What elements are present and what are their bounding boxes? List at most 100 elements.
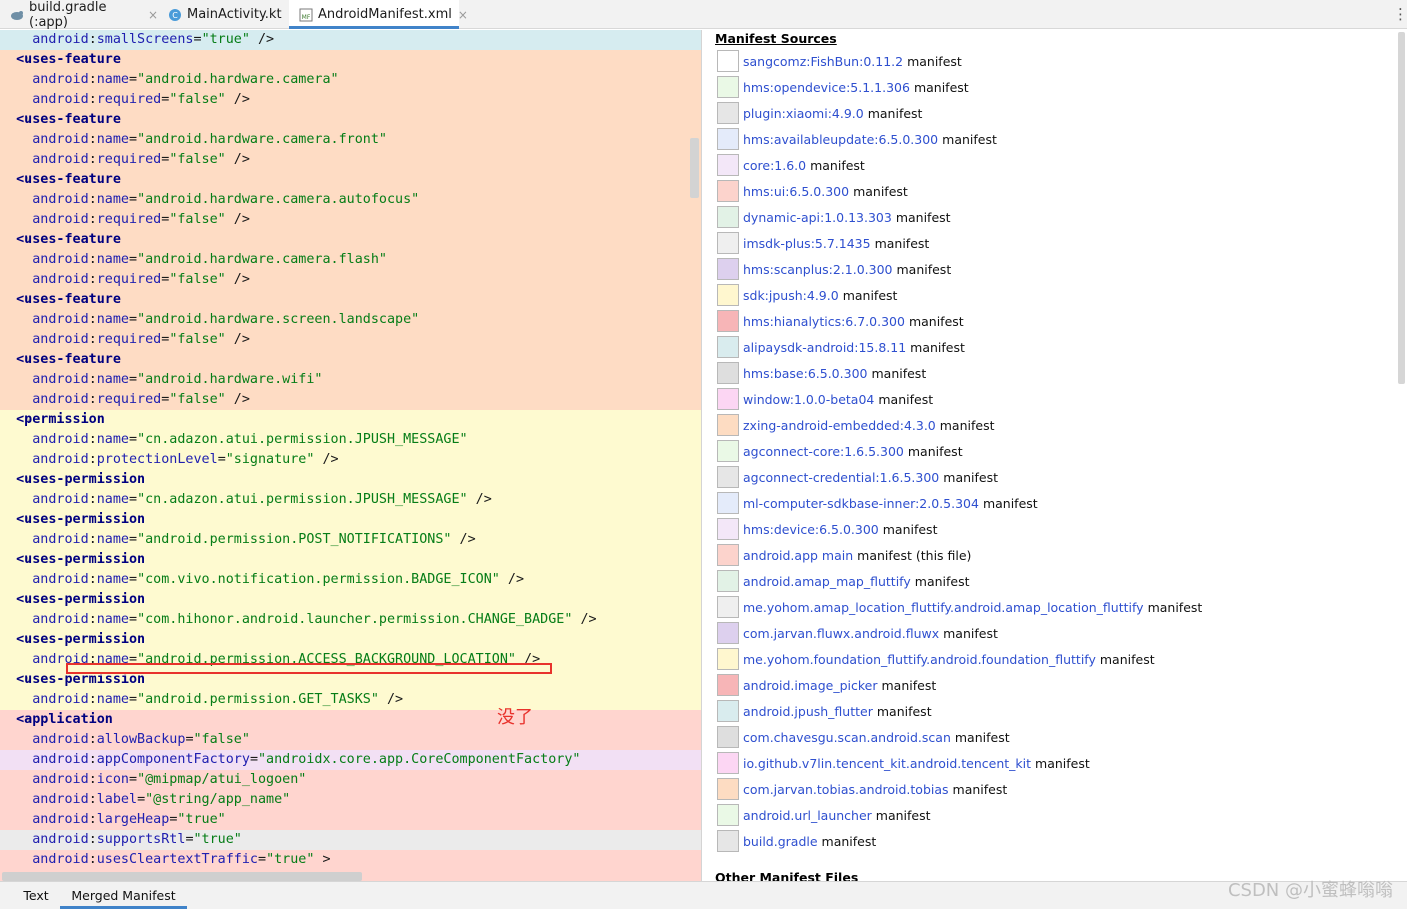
vertical-scrollbar[interactable] xyxy=(690,138,699,198)
code-line[interactable]: android:name="android.permission.POST_NO… xyxy=(0,530,701,550)
tab-main-activity[interactable]: C MainActivity.kt × xyxy=(158,0,298,29)
code-line[interactable]: ∨ <uses-feature xyxy=(0,170,701,190)
source-link[interactable]: me.yohom.foundation_fluttify.android.fou… xyxy=(743,652,1096,667)
source-color-swatch xyxy=(717,76,739,98)
source-link[interactable]: hms:availableupdate:6.5.0.300 xyxy=(743,132,938,147)
close-icon[interactable]: × xyxy=(148,8,158,22)
source-color-swatch xyxy=(717,622,739,644)
source-link[interactable]: zxing-android-embedded:4.3.0 xyxy=(743,418,936,433)
code-token: "android.hardware.camera.front" xyxy=(137,132,387,147)
tab-android-manifest[interactable]: MF AndroidManifest.xml × xyxy=(289,0,468,29)
code-line[interactable]: android:name="android.hardware.camera" xyxy=(0,70,701,90)
source-link[interactable]: hms:base:6.5.0.300 xyxy=(743,366,867,381)
code-line[interactable]: ∨ <uses-feature xyxy=(0,230,701,250)
tab-merged-manifest[interactable]: Merged Manifest xyxy=(60,882,187,909)
source-link[interactable]: hms:opendevice:5.1.1.306 xyxy=(743,80,910,95)
tab-text[interactable]: Text xyxy=(12,882,60,909)
source-link[interactable]: hms:hianalytics:6.7.0.300 xyxy=(743,314,905,329)
code-line[interactable]: android:required="false" /> xyxy=(0,330,701,350)
code-line[interactable]: android:name="android.hardware.camera.fl… xyxy=(0,250,701,270)
code-line[interactable]: ∨ <application xyxy=(0,710,701,730)
source-link[interactable]: me.yohom.amap_location_fluttify.android.… xyxy=(743,600,1144,615)
code-line[interactable]: android:required="false" /> xyxy=(0,150,701,170)
code-line[interactable]: android:name="android.hardware.wifi" xyxy=(0,370,701,390)
code-line[interactable]: android:name="cn.adazon.atui.permission.… xyxy=(0,430,701,450)
code-line[interactable]: android:icon="@mipmap/atui_logoen" xyxy=(0,770,701,790)
source-color-swatch xyxy=(717,284,739,306)
source-link[interactable]: imsdk-plus:5.7.1435 xyxy=(743,236,871,251)
source-suffix: manifest xyxy=(821,833,877,849)
source-link[interactable]: android.amap_map_fluttify xyxy=(743,574,911,589)
code-line[interactable]: android:label="@string/app_name" xyxy=(0,790,701,810)
code-line[interactable]: android:name="android.hardware.screen.la… xyxy=(0,310,701,330)
code-line[interactable]: ∨ <uses-permission xyxy=(0,590,701,610)
source-link[interactable]: dynamic-api:1.0.13.303 xyxy=(743,210,892,225)
source-link[interactable]: hms:device:6.5.0.300 xyxy=(743,522,879,537)
source-link[interactable]: android.app main xyxy=(743,548,853,563)
code-line[interactable]: android:allowBackup="false" xyxy=(0,730,701,750)
source-link[interactable]: io.github.v7lin.tencent_kit.android.tenc… xyxy=(743,756,1031,771)
code-line[interactable]: android:smallScreens="true" /> xyxy=(0,30,701,50)
source-link[interactable]: plugin:xiaomi:4.9.0 xyxy=(743,106,864,121)
code-line[interactable]: ∨ <uses-feature xyxy=(0,50,701,70)
code-line[interactable]: android:usesCleartextTraffic="true" > xyxy=(0,850,701,870)
code-line[interactable]: android:name="android.hardware.camera.au… xyxy=(0,190,701,210)
code-line[interactable]: ∨ <uses-permission xyxy=(0,550,701,570)
source-link[interactable]: build.gradle xyxy=(743,834,818,849)
code-text: android:name="com.hihonor.android.launch… xyxy=(0,610,596,630)
code-line[interactable]: ∨ <uses-feature xyxy=(0,350,701,370)
code-line[interactable]: android:required="false" /> xyxy=(0,90,701,110)
merged-manifest-editor[interactable]: android:smallScreens="true" /> ∨ <uses-fe… xyxy=(0,30,702,881)
manifest-source-item: hms:base:6.5.0.300 manifest xyxy=(717,360,1397,386)
source-link[interactable]: android.jpush_flutter xyxy=(743,704,873,719)
code-line[interactable]: ∨ <uses-permission xyxy=(0,510,701,530)
code-token: "false" xyxy=(169,332,226,347)
source-link[interactable]: window:1.0.0-beta04 xyxy=(743,392,874,407)
source-link[interactable]: com.jarvan.fluwx.android.fluwx xyxy=(743,626,939,641)
source-link[interactable]: core:1.6.0 xyxy=(743,158,806,173)
more-options-icon[interactable]: ⋮ xyxy=(1393,5,1407,23)
source-color-swatch xyxy=(717,206,739,228)
sources-scrollbar[interactable] xyxy=(1398,32,1405,384)
close-icon[interactable]: × xyxy=(458,8,468,22)
source-link[interactable]: com.chavesgu.scan.android.scan xyxy=(743,730,951,745)
source-link[interactable]: hms:scanplus:2.1.0.300 xyxy=(743,262,892,277)
manifest-source-item: agconnect-credential:1.6.5.300 manifest xyxy=(717,464,1397,490)
source-link[interactable]: android.image_picker xyxy=(743,678,878,693)
tab-build-gradle[interactable]: build.gradle (:app) × xyxy=(0,0,158,30)
code-line[interactable]: ∨ <permission xyxy=(0,410,701,430)
source-link[interactable]: agconnect-core:1.6.5.300 xyxy=(743,444,904,459)
code-line[interactable]: android:protectionLevel="signature" /> xyxy=(0,450,701,470)
horizontal-scrollbar[interactable] xyxy=(2,872,362,881)
code-line[interactable]: android:largeHeap="true" xyxy=(0,810,701,830)
code-line[interactable]: android:supportsRtl="true" xyxy=(0,830,701,850)
tab-label: AndroidManifest.xml xyxy=(318,7,452,22)
source-link[interactable]: com.jarvan.tobias.android.tobias xyxy=(743,782,949,797)
code-token: : xyxy=(88,852,97,867)
code-line[interactable]: android:name="android.permission.GET_TAS… xyxy=(0,690,701,710)
code-line[interactable]: ∨ <uses-feature xyxy=(0,290,701,310)
source-link[interactable]: hms:ui:6.5.0.300 xyxy=(743,184,849,199)
code-line[interactable]: android:name="com.vivo.notification.perm… xyxy=(0,570,701,590)
code-line[interactable]: android:required="false" /> xyxy=(0,390,701,410)
source-link[interactable]: ml-computer-sdkbase-inner:2.0.5.304 xyxy=(743,496,979,511)
source-link[interactable]: agconnect-credential:1.6.5.300 xyxy=(743,470,939,485)
code-line[interactable]: android:appComponentFactory="androidx.co… xyxy=(0,750,701,770)
source-link[interactable]: alipaysdk-android:15.8.11 xyxy=(743,340,906,355)
code-line[interactable]: ∨ <uses-feature xyxy=(0,110,701,130)
source-link[interactable]: android.url_launcher xyxy=(743,808,872,823)
source-link[interactable]: sangcomz:FishBun:0.11.2 xyxy=(743,54,903,69)
code-line[interactable]: android:required="false" /> xyxy=(0,210,701,230)
code-line[interactable]: android:required="false" /> xyxy=(0,270,701,290)
code-line[interactable]: android:name="android.hardware.camera.fr… xyxy=(0,130,701,150)
code-line[interactable]: android:name="cn.adazon.atui.permission.… xyxy=(0,490,701,510)
code-line[interactable]: android:name="com.hihonor.android.launch… xyxy=(0,610,701,630)
code-line[interactable]: ∨ <uses-permission xyxy=(0,630,701,650)
source-link[interactable]: sdk:jpush:4.9.0 xyxy=(743,288,839,303)
code-line[interactable]: ∨ <uses-permission xyxy=(0,470,701,490)
